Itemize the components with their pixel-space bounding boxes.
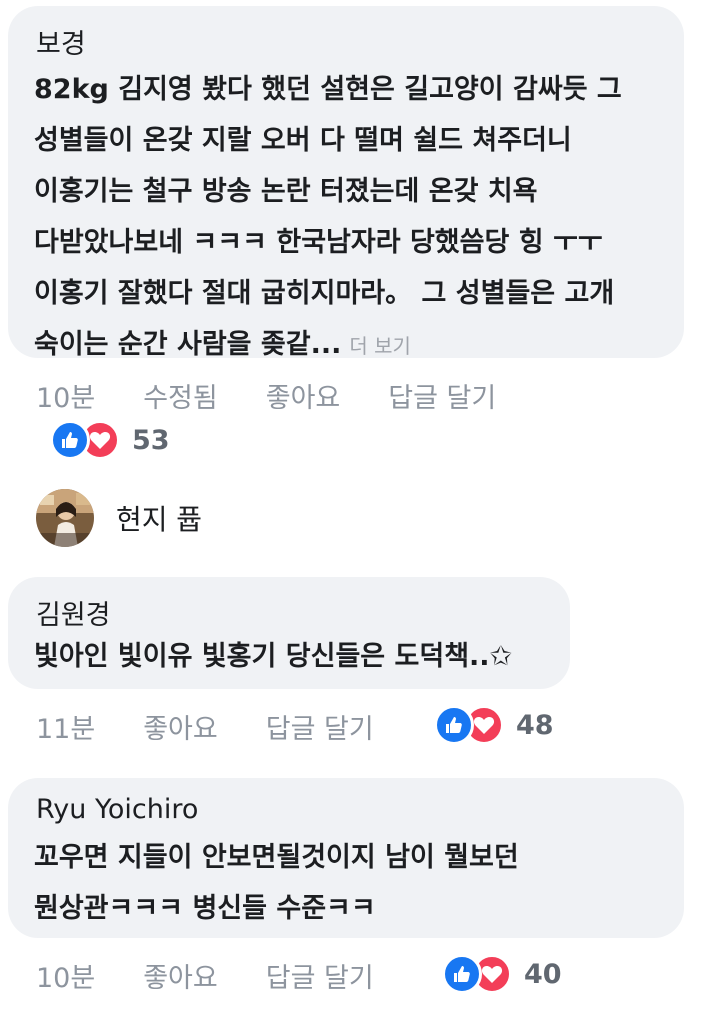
reaction-summary[interactable]: 40 — [442, 954, 562, 994]
reaction-summary[interactable]: 48 — [434, 705, 554, 745]
reaction-count: 53 — [132, 424, 170, 456]
comment-line: 성별들이 온갖 지랄 오버 다 떨며 쉴드 쳐주더니 — [34, 125, 572, 156]
comment-bubble: 김원경 빛아인 빛이유 빛홍기 당신들은 도덕책..✩ — [8, 577, 570, 689]
reaction-count: 40 — [524, 958, 562, 990]
comment-line: 빛아인 빛이유 빛홍기 당신들은 도덕책..✩ — [34, 641, 513, 672]
thumbs-up-icon — [434, 705, 474, 745]
reply-button[interactable]: 답글 달기 — [266, 707, 374, 746]
like-button[interactable]: 좋아요 — [143, 707, 218, 746]
comment-author[interactable]: 보경 — [36, 22, 86, 61]
reply-author-name[interactable]: 현지 퓹 — [116, 498, 202, 538]
comment-author[interactable]: Ryu Yoichiro — [36, 794, 198, 825]
like-button[interactable]: 좋아요 — [143, 956, 218, 995]
comment-line-last: 숙이는 순간 사람을 좆같... 더 보기 — [34, 319, 622, 372]
thumbs-up-icon — [442, 954, 482, 994]
reply-button[interactable]: 답글 달기 — [266, 956, 374, 995]
comment-time[interactable]: 10분 — [36, 376, 95, 415]
comment-meta: 11분 좋아요 답글 달기 — [36, 707, 422, 746]
comment-line: 뭔상관ㅋㅋㅋ 병신들 수준ㅋㅋ — [34, 893, 376, 924]
comment-meta: 10분 좋아요 답글 달기 — [36, 956, 422, 995]
avatar[interactable] — [36, 489, 94, 547]
comment-bubble: 보경 82kg 김지영 봤다 했던 설현은 길고양이 감싸듯 그 성별들이 온갖… — [8, 6, 684, 360]
comment-text: 82kg 김지영 봤다 했던 설현은 길고양이 감싸듯 그 성별들이 온갖 지랄… — [34, 64, 622, 372]
comment-text: 꼬우면 지들이 안보면될것이지 남이 뭘보던 뭔상관ㅋㅋㅋ 병신들 수준ㅋㅋ — [34, 832, 519, 934]
comment-text: 빛아인 빛이유 빛홍기 당신들은 도덕책..✩ — [34, 631, 512, 682]
comment-meta: 10분 수정됨 좋아요 답글 달기 — [36, 376, 544, 415]
reply-preview[interactable]: 현지 퓹 — [36, 489, 202, 547]
reaction-summary[interactable]: 53 — [50, 420, 170, 460]
edited-label: 수정됨 — [143, 383, 218, 414]
comment-time[interactable]: 10분 — [36, 956, 95, 995]
like-button[interactable]: 좋아요 — [266, 376, 341, 415]
see-more-link[interactable]: 더 보기 — [349, 334, 411, 358]
comment-line: 다받았나보네 ㅋㅋㅋ 한국남자라 당했씀당 힝 ㅜㅜ — [34, 227, 603, 258]
comment-line: 꼬우면 지들이 안보면될것이지 남이 뭘보던 — [34, 842, 519, 873]
comment-line: 이홍기는 철구 방송 논란 터졌는데 온갖 치욕 — [34, 176, 538, 207]
comment-line: 숙이는 순간 사람을 좆같... — [34, 329, 342, 360]
reply-button[interactable]: 답글 달기 — [388, 376, 496, 415]
comment-bubble: Ryu Yoichiro 꼬우면 지들이 안보면될것이지 남이 뭘보던 뭔상관ㅋ… — [8, 778, 684, 938]
thumbs-up-icon — [50, 420, 90, 460]
comment-time[interactable]: 11분 — [36, 707, 95, 746]
comment-author[interactable]: 김원경 — [36, 593, 111, 632]
comment-line: 82kg 김지영 봤다 했던 설현은 길고양이 감싸듯 그 — [34, 74, 622, 105]
comment-line: 이홍기 잘했다 절대 굽히지마라。 그 성별들은 고개 — [34, 278, 615, 309]
reaction-count: 48 — [516, 709, 554, 741]
